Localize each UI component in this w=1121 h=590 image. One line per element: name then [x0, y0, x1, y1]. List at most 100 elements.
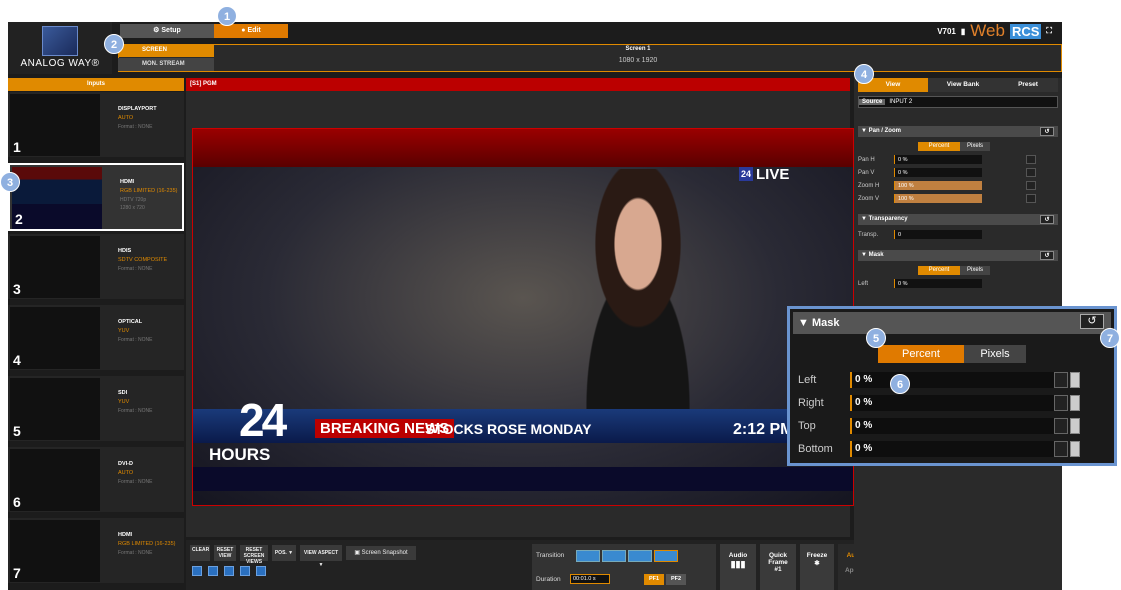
screen-snapshot-button[interactable]: ▣ Screen Snapshot [346, 546, 416, 560]
tab-view-bank[interactable]: View Bank [928, 78, 998, 92]
quick-frame-number: #1 [774, 566, 782, 573]
mask-left-value: 0 % [898, 281, 908, 287]
callout-row-input[interactable]: 0 % [850, 372, 1060, 388]
callout-row-stepper[interactable] [1070, 418, 1080, 434]
callout-row-stepper[interactable] [1070, 372, 1080, 388]
ticker-band [193, 467, 853, 491]
view-aspect-dropdown[interactable]: VIEW ASPECT ▼ [300, 545, 342, 568]
callout-row-stepper[interactable] [1070, 441, 1080, 457]
layer-icon[interactable] [240, 566, 250, 576]
layer-icon[interactable] [256, 566, 266, 576]
transition-fade-button[interactable] [628, 550, 652, 562]
input-slot[interactable]: 3 HDIS SDTV COMPOSITE Format : NONE [8, 234, 184, 302]
pan-v-slider[interactable]: 0 % [894, 168, 982, 177]
reset-icon[interactable]: ↺ [1040, 127, 1054, 136]
pos-dropdown[interactable]: POS. ▼ [272, 545, 296, 561]
callout-badge: 6 [890, 374, 910, 394]
screen-tab[interactable]: SCREEN [118, 44, 214, 57]
mask-section[interactable]: ▼ Mask ↺ [858, 250, 1058, 261]
input-slot[interactable]: 5 SDI YUV Format : NONE [8, 376, 184, 444]
input-number: 7 [13, 565, 21, 581]
pan-h-slider[interactable]: 0 % [894, 155, 982, 164]
callout-row-reset[interactable] [1054, 395, 1068, 411]
input-format: Format : NONE [118, 337, 153, 343]
clear-button[interactable]: CLEAR [190, 545, 210, 561]
pan-v-label: Pan V [858, 170, 875, 176]
input-name: SDI [118, 390, 128, 396]
callout-badge: 5 [866, 328, 886, 348]
input-number: 2 [15, 211, 23, 227]
zoom-v-slider[interactable]: 100 % [894, 194, 982, 203]
mask-left-input[interactable]: 0 % [894, 279, 982, 288]
input-name: HDMI [118, 532, 133, 538]
zoom-h-slider[interactable]: 100 % [894, 181, 982, 190]
setup-tab[interactable]: ⚙ Setup [120, 24, 214, 38]
reset-view-button[interactable]: RESET VIEW [214, 545, 236, 561]
source-select[interactable]: Source INPUT 2 [858, 96, 1058, 108]
pan-h-row: Pan H 0 % [858, 155, 1058, 165]
live-badge: 24 LIVE [739, 163, 817, 185]
reset-icon[interactable]: ↺ [1040, 215, 1054, 224]
callout-row-input[interactable]: 0 % [850, 418, 1060, 434]
transition-slide-button[interactable] [654, 550, 678, 562]
pan-h-value: 0 % [898, 157, 908, 163]
pan-v-stepper[interactable] [1026, 168, 1036, 177]
file-icon[interactable]: ▮ [961, 27, 965, 36]
duration-input[interactable]: 00:01.0 s [570, 574, 610, 584]
quick-frame-button[interactable]: Quick Frame #1 [760, 544, 796, 590]
pan-h-stepper[interactable] [1026, 155, 1036, 164]
edit-tab[interactable]: ● Edit [214, 24, 288, 38]
reset-screen-views-button[interactable]: RESET SCREEN VIEWS [240, 545, 268, 565]
inputs-header[interactable]: Inputs [8, 78, 184, 91]
snowflake-icon: ✱ [814, 560, 820, 567]
fullscreen-icon[interactable]: ⛶ [1046, 26, 1052, 36]
audio-button[interactable]: Audio ▮▮▮ [720, 544, 756, 590]
callout-row-reset[interactable] [1054, 372, 1068, 388]
callout-badge: 2 [104, 34, 124, 54]
pf2-button[interactable]: PF2 [666, 574, 686, 585]
input-slot[interactable]: 1 DISPLAYPORT AUTO Format : NONE [8, 92, 184, 160]
transition-wipe-button[interactable] [602, 550, 626, 562]
mask-pixels-toggle[interactable]: Pixels [960, 266, 990, 275]
reset-icon[interactable]: ↺ [1040, 251, 1054, 260]
pan-percent-toggle[interactable]: Percent [918, 142, 960, 151]
callout-row-reset[interactable] [1054, 418, 1068, 434]
camera-icon: ▣ [354, 550, 362, 556]
transp-label: Transp. [858, 232, 879, 238]
input-signal: RGB LIMITED (16-235) [118, 541, 176, 547]
headline: STOCKS ROSE MONDAY [425, 421, 592, 437]
program-canvas[interactable]: 24 LIVE 24 BREAKING NEWS STOCKS ROSE MOND… [192, 128, 854, 506]
transparency-section[interactable]: ▼ Transparency ↺ [858, 214, 1058, 225]
screen-resolution: 1080 x 1920 [618, 57, 658, 64]
input-number: 3 [13, 281, 21, 297]
zoom-v-stepper[interactable] [1026, 194, 1036, 203]
layer-icon[interactable] [192, 566, 202, 576]
input-slot[interactable]: 7 HDMI RGB LIMITED (16-235) Format : NONE [8, 518, 184, 586]
callout-pixels-toggle[interactable]: Pixels [964, 345, 1026, 363]
mask-callout-zoom: ▼ Mask ↺ Percent Pixels Left 0 % Right 0 % T… [787, 306, 1117, 466]
input-slot[interactable]: 4 OPTICAL YUV Format : NONE [8, 305, 184, 373]
callout-reset-icon[interactable]: ↺ [1080, 314, 1104, 329]
callout-percent-toggle[interactable]: Percent [878, 345, 964, 363]
transp-slider[interactable]: 0 [894, 230, 982, 239]
edit-label: Edit [247, 27, 261, 34]
pan-pixels-toggle[interactable]: Pixels [960, 142, 990, 151]
pf1-button[interactable]: PF1 [644, 574, 664, 585]
callout-mask-header[interactable]: ▼ Mask [793, 312, 1111, 334]
input-slot[interactable]: 6 DVI-D AUTO Format : NONE [8, 447, 184, 515]
layer-icon[interactable] [208, 566, 218, 576]
transition-cut-button[interactable] [576, 550, 600, 562]
callout-row-reset[interactable] [1054, 441, 1068, 457]
layer-icon[interactable] [224, 566, 234, 576]
pan-zoom-section[interactable]: ▼ Pan / Zoom ↺ [858, 126, 1058, 137]
tab-preset[interactable]: Preset [998, 78, 1058, 92]
mask-percent-toggle[interactable]: Percent [918, 266, 960, 275]
callout-row-input[interactable]: 0 % [850, 395, 1060, 411]
input-slot[interactable]: 2 HDMI RGB LIMITED (16-235) HDTV 720p 1280 x… [8, 163, 184, 231]
freeze-button[interactable]: Freeze ✱ [800, 544, 834, 590]
mon-stream-tab[interactable]: MON. STREAM [118, 58, 214, 71]
zoom-h-stepper[interactable] [1026, 181, 1036, 190]
pan-v-row: Pan V 0 % [858, 168, 1058, 178]
callout-row-stepper[interactable] [1070, 395, 1080, 411]
callout-row-input[interactable]: 0 % [850, 441, 1060, 457]
